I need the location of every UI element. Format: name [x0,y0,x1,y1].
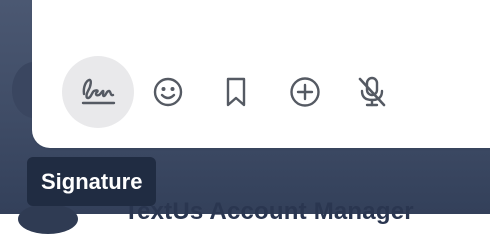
emoji-button[interactable] [134,56,202,128]
signature-button[interactable] [62,56,134,128]
background-heading: TextUs Account Manager [124,198,414,225]
background-avatar-lower [18,204,78,234]
smiley-icon [153,77,183,107]
signature-tooltip: Signature [27,157,157,206]
bookmark-button[interactable] [202,56,270,128]
microphone-muted-icon [358,76,386,107]
composer-toolbar [62,56,404,128]
signature-icon [81,78,116,105]
microphone-button[interactable] [340,56,404,128]
add-button[interactable] [270,56,340,128]
plus-circle-icon [290,77,320,107]
bookmark-icon [226,77,246,107]
